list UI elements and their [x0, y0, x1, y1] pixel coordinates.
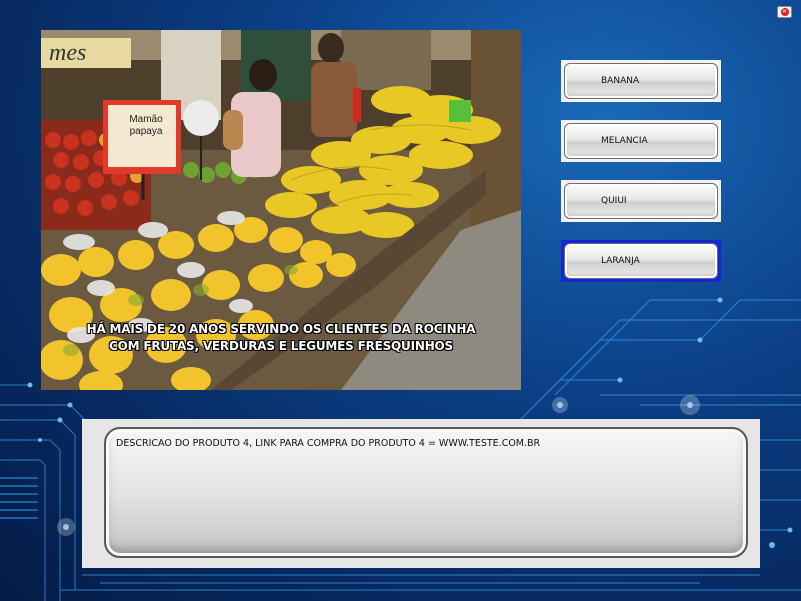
svg-text:mes: mes	[49, 40, 86, 66]
product-button-laranja[interactable]: LARANJA	[561, 240, 721, 282]
product-description-text: DESCRICAO DO PRODUTO 4, LINK PARA COMPRA…	[116, 438, 541, 449]
product-button-label: LARANJA	[601, 256, 640, 266]
papaya-sign: Mamão papaya	[129, 114, 163, 137]
product-button-melancia[interactable]: MELANCIA	[561, 120, 721, 162]
close-icon: ×	[780, 8, 789, 16]
product-description-panel: DESCRICAO DO PRODUTO 4, LINK PARA COMPRA…	[82, 419, 760, 568]
video-caption-line1: HÁ MAIS DE 20 ANOS SERVINDO OS CLIENTES …	[86, 322, 476, 336]
product-description-box[interactable]: DESCRICAO DO PRODUTO 4, LINK PARA COMPRA…	[104, 427, 748, 558]
product-button-label: MELANCIA	[601, 136, 648, 146]
product-button-label: BANANA	[601, 76, 640, 86]
product-button-label: QUIUI	[601, 196, 627, 206]
product-video[interactable]: mes Mamão papaya HÁ MAIS DE 20 ANOS SERV…	[41, 30, 521, 390]
product-button-banana[interactable]: BANANA	[561, 60, 721, 102]
video-caption-line2: COM FRUTAS, VERDURAS E LEGUMES FRESQUINH…	[109, 339, 453, 353]
product-button-quiui[interactable]: QUIUI	[561, 180, 721, 222]
market-scene-illustration: mes	[41, 30, 521, 390]
close-button[interactable]: ×	[777, 6, 792, 18]
